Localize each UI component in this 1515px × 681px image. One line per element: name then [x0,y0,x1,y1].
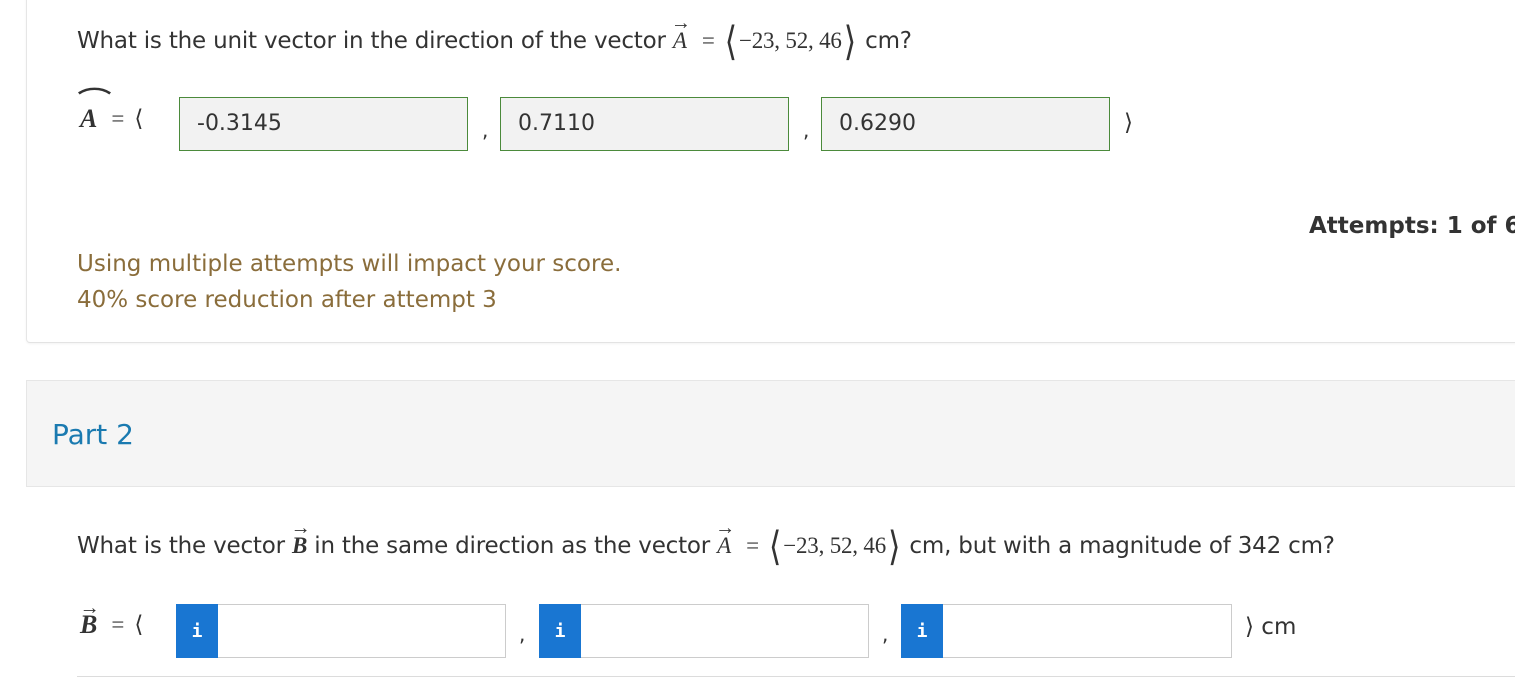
attempts-warning: Using multiple attempts will impact your… [77,251,622,277]
right-angle-bracket: ⟩ [888,523,901,569]
answer-field-y[interactable]: 0.7110 [500,97,789,151]
score-reduction-note: 40% score reduction after attempt 3 [77,287,497,313]
left-angle-bracket: ⟨ [134,106,144,132]
part2-answer-label: → B = ⟨ [79,597,144,640]
right-angle-bracket: ⟩ [1245,614,1254,640]
divider [77,676,1515,677]
info-icon[interactable]: i [539,604,581,658]
vector-a-symbol: → A [670,12,691,53]
part1-question: What is the unit vector in the direction… [77,12,912,64]
vector-a-symbol: → A [715,517,735,558]
part2-question-suffix: cm, but with a magnitude of 342 cm? [909,533,1335,559]
unit-vector-a-symbol: ⌒ A [78,87,112,134]
vector-b-symbol: → B [290,517,311,558]
comma: , [803,118,810,142]
comma: , [882,622,889,646]
part1-question-text: What is the unit vector in the direction… [77,28,666,54]
info-icon[interactable]: i [176,604,218,658]
vector-arrow-icon: → [79,597,100,619]
answer-input-bz[interactable]: i [901,604,1232,658]
comma: , [482,118,489,142]
part2-unit: ⟩ cm [1245,614,1296,640]
equals-sign: = [111,106,125,131]
part2-question: What is the vector → B in the same direct… [77,517,1335,569]
answer-input-bx[interactable]: i [176,604,506,658]
vector-arrow-icon: → [715,517,735,539]
vector-arrow-icon: → [670,12,691,34]
vector-b-symbol: → B [79,597,100,639]
left-angle-bracket: ⟨ [134,612,144,638]
unit-label: cm [1261,614,1297,640]
answer-field-z[interactable]: 0.6290 [821,97,1110,151]
right-angle-bracket: ⟩ [843,18,857,64]
equals-sign: = [746,533,759,558]
part1-answer-label: ⌒ A = ⟨ [78,87,144,134]
vector-components: −23, 52, 46 [783,533,886,558]
info-icon[interactable]: i [901,604,943,658]
hat-icon: ⌒ [78,87,112,112]
question-unit: cm? [865,28,912,54]
attempts-counter: Attempts: 1 of 6 u [1309,213,1515,239]
answer-field-x[interactable]: -0.3145 [179,97,468,151]
part2-header [26,380,1515,487]
part2-title: Part 2 [52,418,134,451]
equals-sign: = [701,28,715,53]
left-angle-bracket: ⟨ [768,523,782,569]
vector-components: −23, 52, 46 [738,28,842,53]
vector-arrow-icon: → [290,517,311,539]
comma: , [519,622,526,646]
right-angle-bracket: ⟩ [1124,110,1133,136]
part2-question-text: What is the vector [77,533,285,559]
answer-input-by[interactable]: i [539,604,869,658]
left-angle-bracket: ⟨ [724,18,738,64]
equals-sign: = [111,612,125,637]
part2-question-middle: in the same direction as the vector [314,533,711,559]
